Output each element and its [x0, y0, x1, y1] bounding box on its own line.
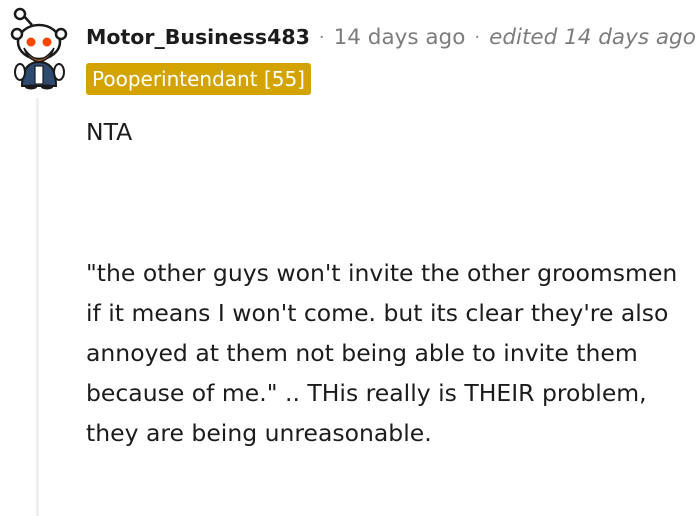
- thread-line[interactable]: [36, 98, 39, 516]
- user-flair-badge: Pooperintendant [55]: [86, 63, 311, 95]
- comment-paragraph: "the other guys won't invite the other g…: [86, 259, 678, 447]
- timestamp-link[interactable]: 14 days ago: [334, 25, 466, 50]
- meta-separator: ·: [318, 26, 325, 48]
- comment-meta: Motor_Business483 · 14 days ago · edited…: [86, 22, 696, 52]
- meta-separator: ·: [474, 26, 481, 48]
- user-avatar-icon[interactable]: [8, 6, 70, 90]
- comment-paragraph: NTA: [86, 118, 133, 146]
- username-link[interactable]: Motor_Business483: [86, 25, 310, 49]
- edited-label: edited 14 days ago: [489, 24, 696, 50]
- comment: Motor_Business483 · 14 days ago · edited…: [0, 0, 700, 516]
